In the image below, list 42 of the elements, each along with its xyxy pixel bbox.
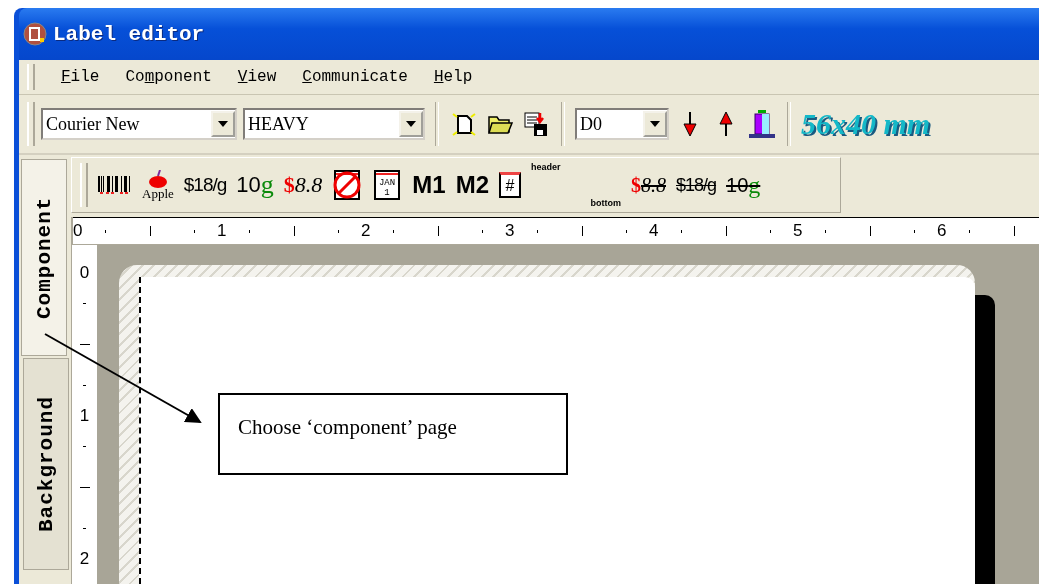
ruler-number: 1 [217,221,227,241]
apple-icon [147,170,168,188]
ruler-number: 0 [73,221,83,241]
struck-weight-tool[interactable]: 10g [726,165,761,205]
dropdown-caret-icon [406,121,416,127]
ruler-number: 5 [793,221,803,241]
side-tab[interactable]: Background [23,358,69,570]
menu-item[interactable]: View [237,68,277,86]
font-style-dropdown[interactable]: HEAVY [243,108,425,140]
price-tool[interactable]: $8.8 [283,165,323,205]
app-logo-icon [23,22,47,46]
menu-item[interactable]: Communicate [302,68,408,86]
font-dropdown[interactable]: Courier New [41,108,237,140]
struck-unit-price-tool[interactable]: $18/g [676,165,717,205]
menu-item[interactable]: File [61,68,100,86]
toolbar-grip[interactable] [27,64,35,90]
menu-item[interactable]: Component [125,68,212,86]
unit-price-tool[interactable]: $18/g [183,165,227,205]
struck-price-tool[interactable]: $8.8 [631,165,666,205]
menu-item[interactable]: Help [433,68,473,86]
ruler-number: 0 [79,263,90,283]
ruler-number: 3 [505,221,515,241]
window-title: Label editor [53,22,205,46]
ruler-number: 4 [649,221,659,241]
dropdown-caret-icon [218,121,228,127]
weight-tool[interactable]: 10g [236,165,274,205]
dropdown-caret-icon [650,121,660,127]
memory-tool[interactable]: M2 [455,165,489,205]
ruler-number: 2 [79,549,90,569]
ruler-number: 6 [937,221,947,241]
ruler-number: 2 [361,221,371,241]
apple-tool[interactable]: Apple [142,165,174,205]
header-footer-tool[interactable]: header bottom [531,162,621,208]
toolbar-grip[interactable] [80,163,88,207]
device-dropdown[interactable]: D0 [575,108,669,140]
memory-tool[interactable]: M1 [412,165,446,205]
counter-tool[interactable]: # [499,172,521,198]
callout-text: Choose ‘component’ page [218,393,568,475]
label-size-text: 56x40 mm [801,107,931,141]
toolbar-grip[interactable] [27,102,35,146]
side-tab[interactable]: Component [21,159,67,356]
ruler-number: 1 [79,406,90,426]
